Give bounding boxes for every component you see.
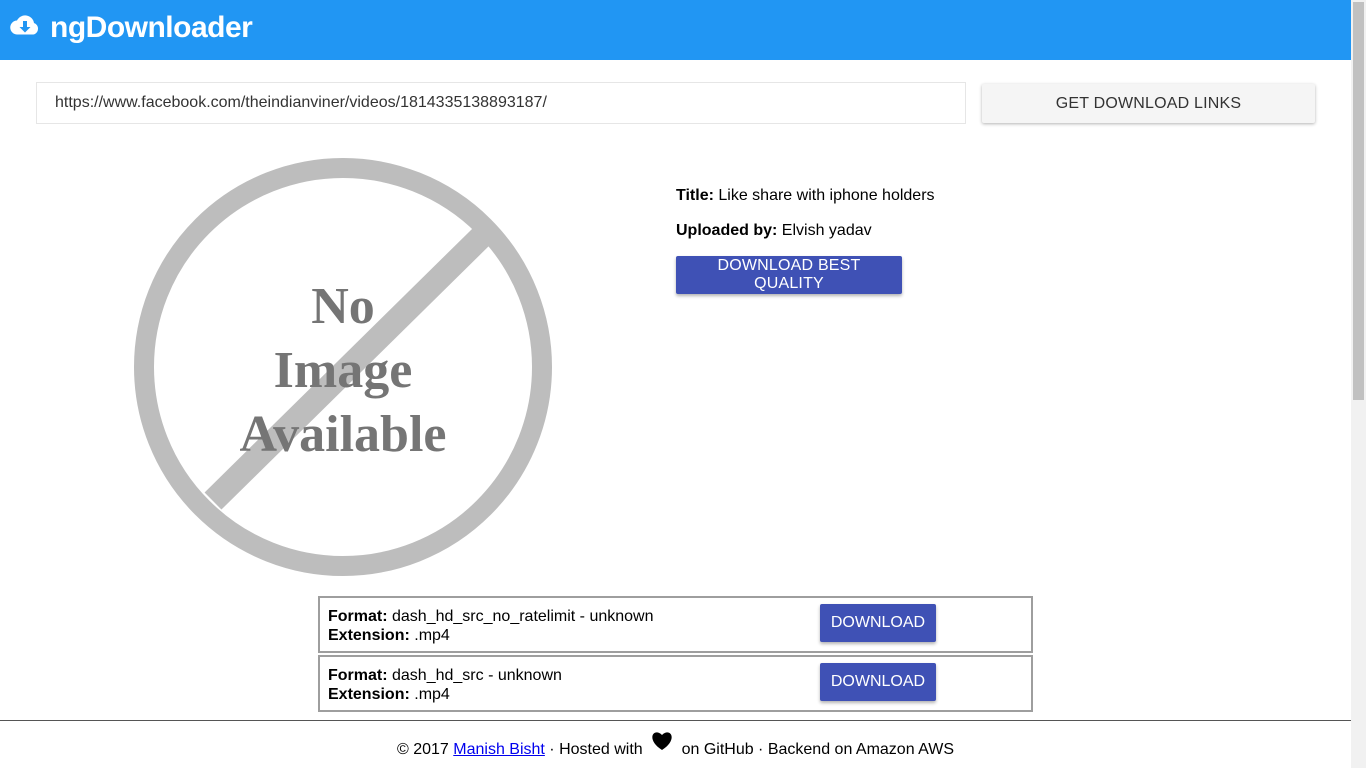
vertical-scrollbar[interactable] bbox=[1351, 0, 1366, 768]
download-button[interactable]: DOWNLOAD bbox=[820, 663, 936, 701]
format-row: Format: dash_hd_src_no_ratelimit - unkno… bbox=[318, 596, 1033, 653]
footer-hosted-text: · Hosted with bbox=[544, 741, 648, 758]
download-best-quality-button[interactable]: DOWNLOAD BEST QUALITY bbox=[676, 256, 902, 294]
title-label: Title: bbox=[676, 187, 714, 204]
no-image-text-line3: Available bbox=[239, 406, 446, 463]
get-download-links-button[interactable]: GET DOWNLOAD LINKS bbox=[982, 84, 1315, 123]
format-details: Format: dash_hd_src_no_ratelimit - unkno… bbox=[328, 607, 654, 645]
uploader-row: Uploaded by: Elvish yadav bbox=[676, 221, 935, 241]
video-thumbnail: No Image Available bbox=[131, 155, 555, 579]
top-app-bar: ngDownloader bbox=[0, 0, 1351, 60]
extension-value: .mp4 bbox=[409, 686, 450, 703]
video-title-row: Title: Like share with iphone holders bbox=[676, 186, 935, 206]
author-link[interactable]: Manish Bisht bbox=[453, 741, 545, 758]
uploader-value: Elvish yadav bbox=[777, 222, 872, 239]
uploader-label: Uploaded by: bbox=[676, 222, 778, 239]
scrollbar-thumb[interactable] bbox=[1353, 2, 1364, 400]
heart-icon bbox=[651, 731, 673, 751]
extension-value: .mp4 bbox=[409, 627, 450, 644]
download-button[interactable]: DOWNLOAD bbox=[820, 604, 936, 642]
format-label: Format: bbox=[328, 667, 388, 684]
extension-label: Extension: bbox=[328, 627, 410, 644]
video-info: Title: Like share with iphone holders Up… bbox=[676, 186, 935, 241]
url-input[interactable] bbox=[36, 82, 966, 124]
footer-copyright: © 2017 bbox=[396, 741, 454, 758]
no-image-text-line1: No bbox=[311, 278, 375, 335]
format-row: Format: dash_hd_src - unknown Extension:… bbox=[318, 655, 1033, 712]
no-image-text-line2: Image bbox=[274, 342, 413, 399]
format-value: dash_hd_src_no_ratelimit - unknown bbox=[387, 608, 654, 625]
format-details: Format: dash_hd_src - unknown Extension:… bbox=[328, 666, 562, 704]
formats-list: Format: dash_hd_src_no_ratelimit - unkno… bbox=[318, 596, 1033, 714]
app-title[interactable]: ngDownloader bbox=[50, 11, 253, 45]
format-value: dash_hd_src - unknown bbox=[387, 667, 562, 684]
format-label: Format: bbox=[328, 608, 388, 625]
footer-suffix: on GitHub · Backend on Amazon AWS bbox=[677, 741, 955, 758]
extension-label: Extension: bbox=[328, 686, 410, 703]
title-value: Like share with iphone holders bbox=[713, 187, 935, 204]
no-image-placeholder: No Image Available bbox=[134, 158, 552, 576]
cloud-download-icon bbox=[10, 13, 40, 37]
footer-divider bbox=[0, 720, 1351, 721]
footer: © 2017 Manish Bisht · Hosted with on Git… bbox=[0, 732, 1351, 761]
